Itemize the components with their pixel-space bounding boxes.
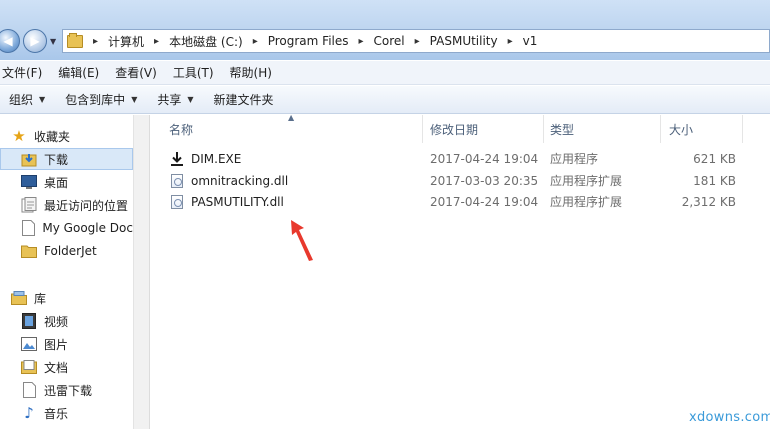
file-list-pane: ▲ 名称 修改日期 类型 大小 DIM.EXE 2017-04-24 19:04… (150, 113, 770, 429)
file-type: 应用程序 (550, 152, 599, 166)
chevron-down-icon: ▼ (131, 95, 138, 104)
breadcrumb-corel[interactable]: Corel (374, 34, 405, 48)
music-note-icon: ♪ (24, 404, 34, 422)
address-bar-region: ◀ ▶ ▼ ▸ 计算机 ▸ 本地磁盘 (C:) ▸ Program Files … (0, 0, 770, 60)
watermark: xdowns.com (689, 410, 770, 425)
include-in-library-label: 包含到库中 (65, 93, 126, 107)
nav-music[interactable]: ♪ 音乐 (0, 402, 133, 424)
share-button[interactable]: 共享 ▼ (147, 91, 203, 108)
nav-desktop[interactable]: 桌面 (0, 171, 133, 193)
folder-icon (67, 32, 83, 48)
breadcrumb-separator-icon[interactable]: ▸ (154, 36, 159, 47)
nav-folderjet[interactable]: FolderJet (0, 240, 133, 262)
menu-bar: 文件(F) 编辑(E) 查看(V) 工具(T) 帮助(H) (0, 61, 770, 85)
nav-recent-places[interactable]: 最近访问的位置 (0, 194, 133, 216)
star-icon: ★ (12, 127, 26, 145)
nav-label: 文档 (44, 360, 69, 375)
nav-label: 图片 (44, 337, 69, 352)
file-modified-date: 2017-03-03 20:35 (430, 173, 539, 188)
file-type: 应用程序扩展 (550, 195, 623, 209)
file-row-dim-exe[interactable]: DIM.EXE 2017-04-24 19:04 应用程序 621 KB (150, 148, 770, 169)
document-icon (21, 382, 37, 398)
column-header-size[interactable]: 大小 (663, 115, 743, 143)
nav-pictures[interactable]: 图片 (0, 333, 133, 355)
file-size: 181 KB (693, 173, 736, 188)
folder-icon (21, 243, 37, 259)
new-folder-button[interactable]: 新建文件夹 (204, 91, 284, 108)
column-header-modified[interactable]: 修改日期 (424, 115, 544, 143)
nav-videos[interactable]: 视频 (0, 310, 133, 332)
forward-button[interactable]: ▶ (23, 29, 47, 53)
nav-label: 音乐 (44, 406, 69, 421)
file-name: PASMUTILITY.dll (191, 194, 284, 209)
chevron-down-icon: ▼ (187, 95, 194, 104)
nav-label: My Google Doc (42, 221, 133, 235)
nav-label: 视频 (44, 314, 69, 329)
video-icon (21, 313, 37, 329)
file-size: 621 KB (693, 151, 736, 166)
column-header-type[interactable]: 类型 (544, 115, 661, 143)
downloads-folder-icon (21, 151, 37, 167)
breadcrumb-computer[interactable]: 计算机 (108, 33, 144, 50)
dll-file-icon (170, 173, 184, 188)
column-header-name[interactable]: 名称 (163, 115, 423, 143)
breadcrumb-separator-icon[interactable]: ▸ (359, 36, 364, 47)
breadcrumb-v1[interactable]: v1 (523, 34, 538, 48)
nav-label: 库 (34, 291, 47, 306)
breadcrumb-separator-icon[interactable]: ▸ (415, 36, 420, 47)
recent-pages-dropdown-icon[interactable]: ▼ (50, 37, 56, 46)
breadcrumb-separator-icon[interactable]: ▸ (93, 36, 98, 47)
command-toolbar: 组织 ▼ 包含到库中 ▼ 共享 ▼ 新建文件夹 (0, 86, 770, 114)
menu-view[interactable]: 查看(V) (107, 64, 165, 81)
file-row-pasmutility-dll[interactable]: PASMUTILITY.dll 2017-04-24 19:04 应用程序扩展 … (150, 191, 770, 212)
document-icon (21, 220, 35, 236)
recent-places-icon (21, 197, 37, 213)
menu-file[interactable]: 文件(F) (0, 64, 50, 81)
nav-favorites[interactable]: ★ 收藏夹 (0, 125, 133, 147)
download-arrow-icon (170, 151, 184, 166)
file-modified-date: 2017-04-24 19:04 (430, 151, 539, 166)
menu-help[interactable]: 帮助(H) (222, 64, 280, 81)
nav-label: 下载 (44, 152, 69, 167)
include-in-library-button[interactable]: 包含到库中 ▼ (55, 91, 147, 108)
pane-splitter[interactable] (133, 115, 150, 429)
picture-icon (21, 336, 37, 352)
documents-icon (21, 359, 37, 375)
organize-label: 组织 (9, 93, 34, 107)
file-row-omnitracking-dll[interactable]: omnitracking.dll 2017-03-03 20:35 应用程序扩展… (150, 170, 770, 191)
breadcrumb-local-disk[interactable]: 本地磁盘 (C:) (169, 33, 243, 50)
nav-label: 收藏夹 (34, 129, 71, 144)
share-label: 共享 (157, 93, 182, 107)
nav-label: 最近访问的位置 (44, 198, 129, 213)
address-bar[interactable]: ▸ 计算机 ▸ 本地磁盘 (C:) ▸ Program Files ▸ Core… (62, 29, 770, 53)
breadcrumb-program-files[interactable]: Program Files (268, 34, 349, 48)
nav-documents[interactable]: 文档 (0, 356, 133, 378)
menu-edit[interactable]: 编辑(E) (50, 64, 107, 81)
nav-thunder-downloads[interactable]: 迅雷下载 (0, 379, 133, 401)
navigation-pane: ★ 收藏夹 下载 桌面 最近访问的位置 My Google Doc Folder… (0, 115, 133, 429)
nav-label: 迅雷下载 (44, 383, 93, 398)
dll-file-icon (170, 194, 184, 209)
chevron-down-icon: ▼ (39, 95, 46, 104)
nav-label: 桌面 (44, 175, 69, 190)
desktop-icon (21, 174, 37, 190)
organize-button[interactable]: 组织 ▼ (0, 91, 55, 108)
library-icon (11, 290, 27, 306)
nav-downloads[interactable]: 下载 (0, 148, 133, 170)
file-modified-date: 2017-04-24 19:04 (430, 194, 539, 209)
back-button[interactable]: ◀ (0, 29, 20, 53)
file-type: 应用程序扩展 (550, 174, 623, 188)
breadcrumb-pasmutility[interactable]: PASMUtility (430, 34, 498, 48)
annotation-arrow-icon (291, 220, 313, 261)
file-name: DIM.EXE (191, 151, 242, 166)
file-name: omnitracking.dll (191, 173, 289, 188)
breadcrumb-separator-icon[interactable]: ▸ (253, 36, 258, 47)
breadcrumb-separator-icon[interactable]: ▸ (508, 36, 513, 47)
nav-label: FolderJet (44, 244, 97, 258)
menu-tools[interactable]: 工具(T) (165, 64, 222, 81)
nav-libraries[interactable]: 库 (0, 287, 133, 309)
nav-google-drive[interactable]: My Google Doc (0, 217, 133, 239)
file-size: 2,312 KB (681, 194, 736, 209)
